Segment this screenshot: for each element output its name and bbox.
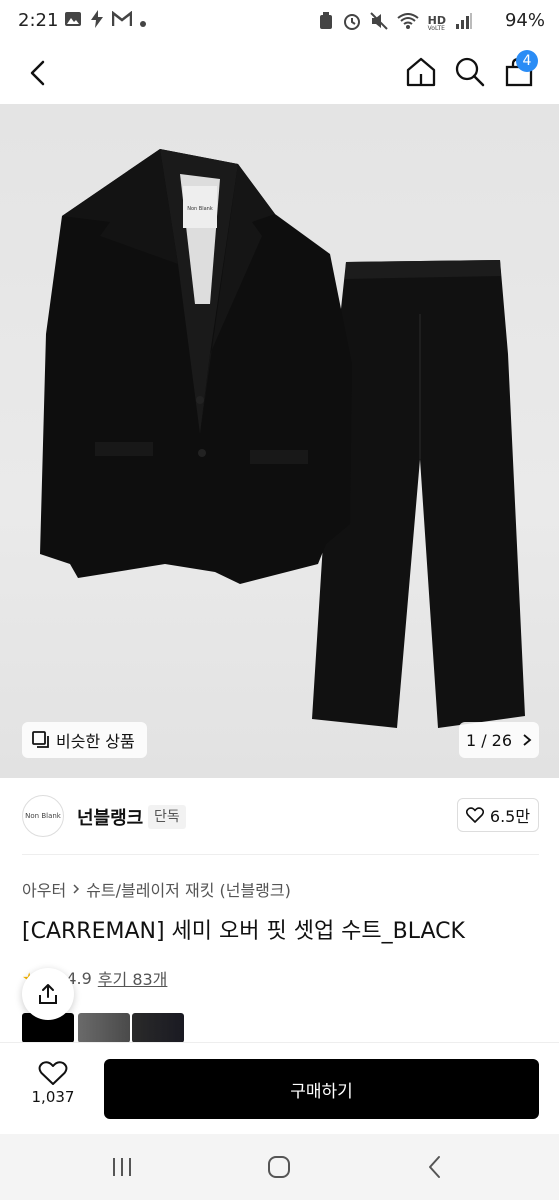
- product-title: [CARREMAN] 세미 오버 핏 셋업 수트_BLACK: [22, 919, 465, 944]
- product-image[interactable]: Non Blank: [0, 104, 559, 778]
- page-counter-text: 1 / 26: [465, 730, 513, 750]
- back-nav-icon: [429, 1156, 440, 1178]
- hd-voice-icon: HD VoLTE: [427, 13, 446, 32]
- suit-illustration: Non Blank: [40, 149, 525, 728]
- wishlist-button[interactable]: 1,037: [22, 1060, 84, 1116]
- dot-icon: [140, 12, 146, 31]
- similar-products-label: 비슷한 상품: [56, 732, 135, 751]
- review-count-link[interactable]: 후기 83개: [98, 966, 168, 990]
- app-header: [0, 42, 559, 104]
- status-bar: 2:21 HD VoLTE 94%: [0, 0, 559, 42]
- share-button[interactable]: [22, 968, 74, 1020]
- alarm-icon: [343, 12, 361, 34]
- recent-apps-icon: [113, 1158, 131, 1176]
- mute-icon: [369, 12, 388, 34]
- brand-logo[interactable]: Non Blank: [22, 795, 64, 837]
- sync-icon: [318, 12, 334, 34]
- flash-icon: [90, 10, 104, 32]
- wishlist-count: 1,037: [31, 1088, 75, 1106]
- color-thumb-navy[interactable]: [132, 1013, 184, 1043]
- notification-icons: [64, 10, 146, 32]
- cart-count-badge: 4: [516, 50, 538, 72]
- jacket-image: Non Blank: [40, 149, 352, 584]
- status-time: 2:21: [18, 10, 59, 31]
- search-icon: [455, 57, 485, 87]
- recent-apps-button[interactable]: [107, 1152, 137, 1182]
- brand-name[interactable]: 넌블랭크: [77, 804, 143, 830]
- back-button[interactable]: [22, 56, 56, 90]
- home-button[interactable]: [403, 54, 439, 90]
- heart-icon: [38, 1061, 68, 1085]
- back-nav-button[interactable]: [420, 1152, 450, 1182]
- breadcrumb-level2[interactable]: 슈트/블레이저 재킷 (넌블랭크): [86, 877, 291, 901]
- system-icons: HD VoLTE: [318, 12, 473, 34]
- home-nav-button[interactable]: [264, 1152, 294, 1182]
- brand-like-button[interactable]: 6.5만: [457, 798, 539, 832]
- home-nav-icon: [268, 1156, 290, 1178]
- breadcrumb: 아우터 슈트/블레이저 재킷 (넌블랭크): [22, 877, 291, 901]
- chevron-right-icon: [73, 884, 80, 894]
- divider: [22, 854, 539, 855]
- buy-button[interactable]: 구매하기: [104, 1059, 539, 1119]
- exclusive-tag: 단독: [148, 805, 186, 829]
- wifi-icon: [397, 13, 419, 33]
- gallery-icon: [64, 11, 82, 31]
- system-nav-bar: [0, 1134, 559, 1200]
- image-page-counter[interactable]: 1 / 26: [459, 722, 539, 758]
- chevron-right-icon: [523, 734, 532, 746]
- similar-products-button[interactable]: 비슷한 상품: [22, 722, 147, 758]
- back-icon: [30, 60, 45, 86]
- share-icon: [39, 984, 57, 1004]
- breadcrumb-level1[interactable]: 아우터: [22, 877, 66, 901]
- signal-icon: [455, 13, 473, 33]
- brand-like-count: 6.5만: [489, 807, 531, 826]
- svg-text:Non Blank: Non Blank: [187, 206, 213, 212]
- heart-icon: [465, 807, 484, 823]
- color-thumb-gray[interactable]: [78, 1013, 130, 1043]
- home-icon: [406, 57, 436, 87]
- battery-level: 94%: [504, 10, 545, 31]
- mail-icon: [111, 10, 133, 31]
- similar-icon: [32, 731, 49, 748]
- search-button[interactable]: [452, 54, 488, 90]
